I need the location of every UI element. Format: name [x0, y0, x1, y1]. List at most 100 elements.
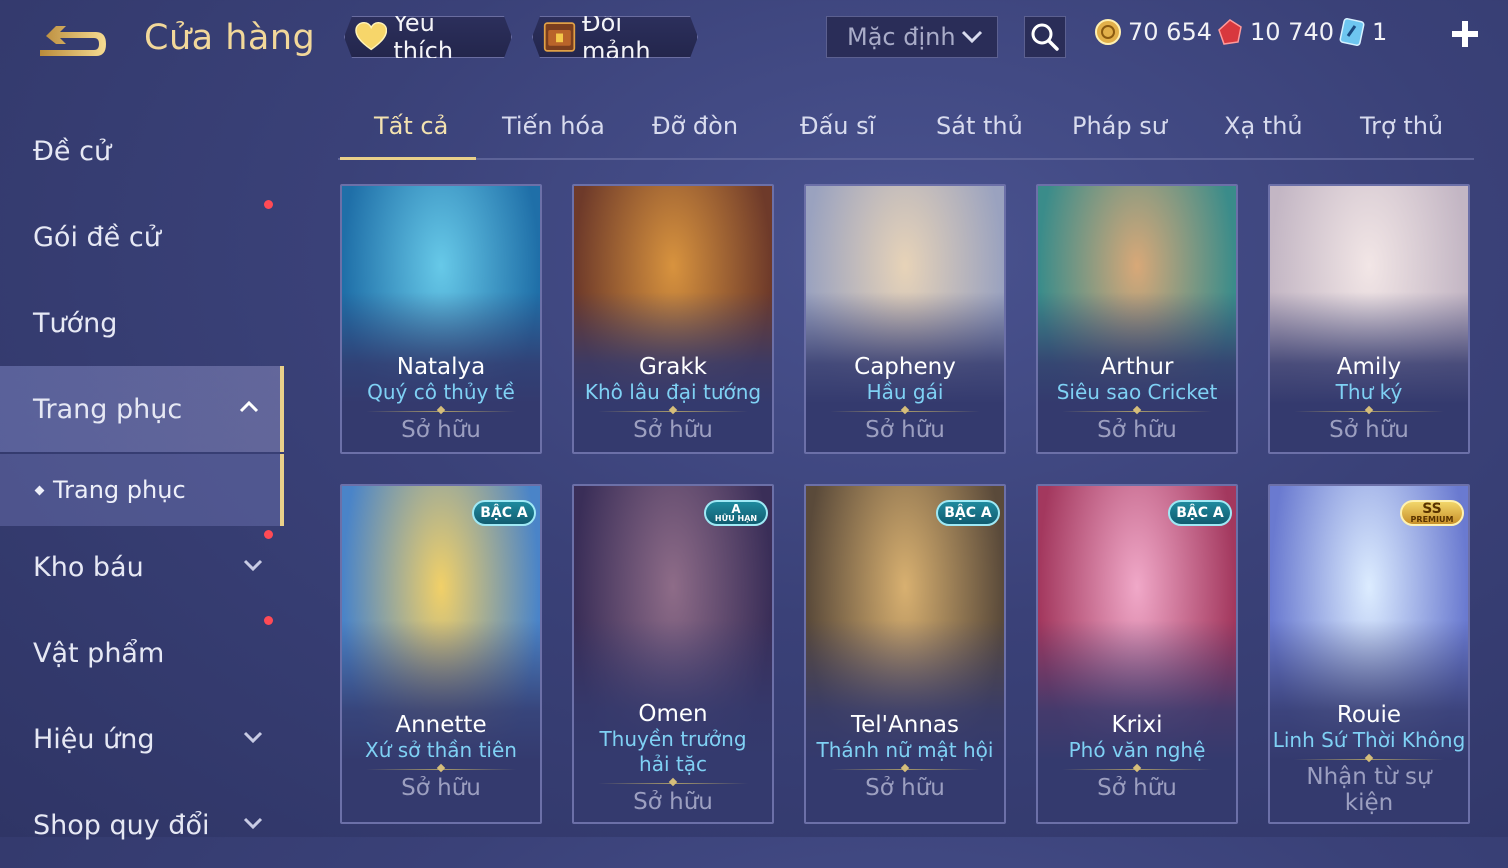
skin-card[interactable]: BẬC A Krixi Phó văn nghệ Sở hữu — [1036, 484, 1238, 824]
ownership-status: Sở hữu — [633, 417, 713, 443]
hero-name: Krixi — [1111, 712, 1163, 738]
skin-card[interactable]: Arthur Siêu sao Cricket Sở hữu — [1036, 184, 1238, 454]
ownership-status: Sở hữu — [865, 775, 945, 801]
sidebar-item-skins[interactable]: Trang phục — [0, 366, 284, 452]
gem-amount: 10 740 — [1250, 18, 1334, 46]
sidebar-item-label: Gói đề cử — [33, 221, 161, 253]
tier-badge: BẬC A — [1168, 500, 1232, 526]
tier-badge: SS PREMIUM — [1400, 500, 1464, 526]
exchange-shards-button[interactable]: Đổi mảnh — [532, 16, 698, 58]
gold-amount: 70 654 — [1128, 18, 1212, 46]
sidebar-item-effects[interactable]: Hiệu ứng — [0, 696, 284, 782]
skin-card[interactable]: Grakk Khô lâu đại tướng Sở hữu — [572, 184, 774, 454]
tab-assassin[interactable]: Sát thủ — [936, 112, 1023, 140]
card-info: Grakk Khô lâu đại tướng Sở hữu — [574, 354, 772, 444]
top-bar: Cửa hàng Yêu thích Đổi mảnh Mặc định 70 … — [0, 0, 1508, 82]
add-currency-button[interactable] — [1452, 18, 1478, 54]
sidebar-item-heroes[interactable]: Tướng — [0, 280, 284, 366]
blue-ticket-icon — [1339, 18, 1365, 46]
tab-support[interactable]: Trợ thủ — [1360, 112, 1443, 140]
divider — [598, 411, 748, 412]
sidebar-subitem-skins[interactable]: Trang phục — [0, 454, 284, 526]
sidebar-item-label: Tướng — [33, 307, 118, 339]
hero-name: Amily — [1336, 354, 1402, 380]
heart-icon — [355, 22, 387, 52]
tier-badge-label: BẬC A — [480, 505, 528, 521]
tab-mage[interactable]: Pháp sư — [1072, 112, 1167, 140]
sidebar-item-label: Hiệu ứng — [33, 723, 155, 755]
bullet-diamond-icon — [34, 485, 45, 495]
hero-name: Arthur — [1100, 354, 1174, 380]
ticket-amount: 1 — [1372, 18, 1388, 46]
gold-coin-icon — [1095, 19, 1121, 45]
skin-name: Quý cô thủy tề — [367, 380, 515, 404]
skin-card[interactable]: SS PREMIUM Rouie Linh Sứ Thời Không Nhận từ … — [1268, 484, 1470, 824]
tab-evolution[interactable]: Tiến hóa — [502, 112, 605, 140]
hero-name: Annette — [395, 712, 487, 738]
card-info: Amily Thư ký Sở hữu — [1270, 354, 1468, 444]
category-tabs: Tất cả Tiến hóa Đỡ đòn Đấu sĩ Sát thủ Ph… — [338, 100, 1474, 160]
active-tab-indicator — [340, 157, 476, 160]
skin-name: Thuyền trưởng hải tặc — [599, 727, 747, 776]
ownership-status: Sở hữu — [1097, 775, 1177, 801]
card-info: Natalya Quý cô thủy tề Sở hữu — [342, 354, 540, 444]
card-info: Krixi Phó văn nghệ Sở hữu — [1038, 712, 1236, 802]
ownership-status: Sở hữu — [1329, 417, 1409, 443]
tier-badge-label: SS — [1422, 501, 1442, 517]
sidebar: Đề cử Gói đề cử Tướng Trang phục Trang p… — [0, 100, 290, 841]
skin-card[interactable]: Natalya Quý cô thủy tề Sở hữu — [340, 184, 542, 454]
skin-name: Khô lâu đại tướng — [584, 380, 762, 404]
skin-name: Phó văn nghệ — [1068, 738, 1206, 762]
skin-card[interactable]: A HỮU HẠN Omen Thuyền trưởng hải tặc Sở hữu — [572, 484, 774, 824]
chevron-down-icon — [961, 30, 983, 44]
divider — [366, 769, 516, 770]
search-button[interactable] — [1024, 16, 1066, 58]
skin-name: Siêu sao Cricket — [1056, 380, 1218, 404]
sidebar-item-recommended[interactable]: Đề cử — [0, 108, 284, 194]
skin-name: Thư ký — [1335, 380, 1403, 404]
card-info: Capheny Hầu gái Sở hữu — [806, 354, 1004, 444]
sidebar-item-label: Đề cử — [33, 135, 112, 167]
card-info: Omen Thuyền trưởng hải tặc Sở hữu — [574, 701, 772, 816]
sidebar-item-label: Shop quy đổi — [33, 809, 210, 841]
sidebar-item-items[interactable]: Vật phẩm — [0, 610, 284, 696]
notification-dot — [264, 200, 273, 209]
sidebar-subitem-label: Trang phục — [53, 476, 186, 504]
sidebar-item-exchange-shop[interactable]: Shop quy đổi — [0, 782, 284, 868]
tier-badge-sublabel: HỮU HẠN — [714, 514, 758, 523]
plus-icon — [1452, 21, 1478, 47]
ownership-status: Sở hữu — [1097, 417, 1177, 443]
card-info: Tel'Annas Thánh nữ mật hội Sở hữu — [806, 712, 1004, 802]
skin-card[interactable]: Amily Thư ký Sở hữu — [1268, 184, 1470, 454]
skin-card[interactable]: BẬC A Annette Xứ sở thần tiên Sở hữu — [340, 484, 542, 824]
tab-marksman[interactable]: Xạ thủ — [1224, 112, 1303, 140]
sidebar-item-recommended-packs[interactable]: Gói đề cử — [0, 194, 284, 280]
sidebar-item-label: Kho báu — [33, 551, 144, 583]
notification-dot — [264, 616, 273, 625]
search-icon — [1031, 23, 1059, 51]
divider — [1294, 411, 1444, 412]
divider — [1294, 759, 1444, 760]
back-arrow-icon[interactable] — [36, 22, 110, 62]
skin-card[interactable]: Capheny Hầu gái Sở hữu — [804, 184, 1006, 454]
tab-fighter[interactable]: Đấu sĩ — [800, 112, 875, 140]
ownership-status: Nhận từ sự kiện — [1306, 764, 1432, 816]
favorites-button[interactable]: Yêu thích — [344, 16, 512, 58]
gem-currency: 10 740 — [1216, 18, 1334, 46]
divider — [830, 769, 980, 770]
chevron-down-icon — [243, 731, 263, 744]
card-info: Annette Xứ sở thần tiên Sở hữu — [342, 712, 540, 802]
skin-card[interactable]: BẬC A Tel'Annas Thánh nữ mật hội Sở hữu — [804, 484, 1006, 824]
divider — [830, 411, 980, 412]
chevron-down-icon — [243, 817, 263, 830]
sort-dropdown[interactable]: Mặc định — [826, 16, 998, 58]
tier-badge: BẬC A — [936, 500, 1000, 526]
ownership-status: Sở hữu — [633, 789, 713, 815]
sidebar-item-treasure[interactable]: Kho báu — [0, 524, 284, 610]
exchange-label: Đổi mảnh — [582, 9, 651, 65]
tab-all[interactable]: Tất cả — [374, 112, 448, 140]
ticket-currency: 1 — [1338, 18, 1387, 46]
tab-tank[interactable]: Đỡ đòn — [652, 112, 738, 140]
tier-badge: A HỮU HẠN — [704, 500, 768, 526]
hero-name: Omen — [638, 701, 708, 727]
